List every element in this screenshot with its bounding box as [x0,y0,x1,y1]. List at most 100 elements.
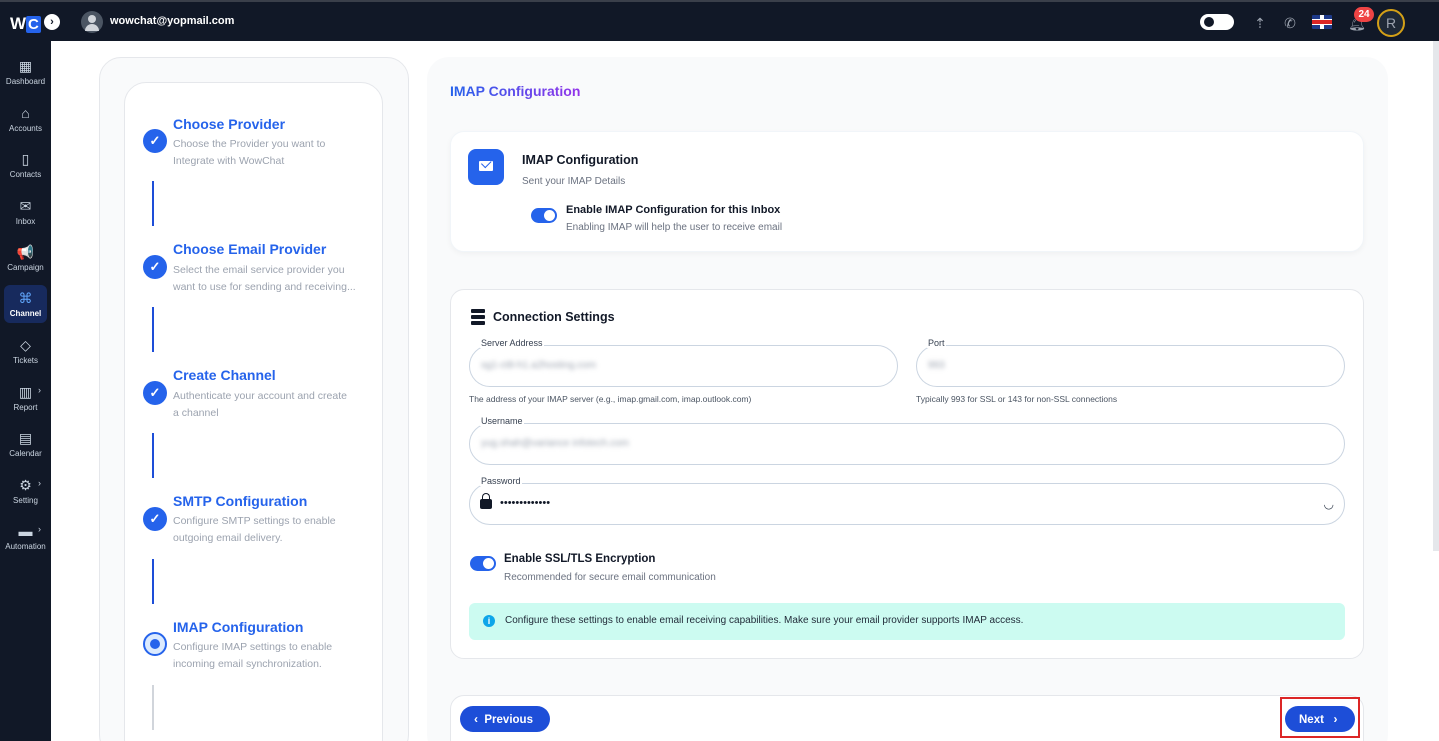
info-text: Configure these settings to enable email… [505,615,1024,626]
username-value: yug.shah@variance infotech.com [481,438,630,449]
port-value: 993 [928,360,945,371]
step-description: Configure IMAP settings to enable incomin… [173,641,333,670]
app-logo[interactable]: WC [10,13,41,35]
step-title[interactable]: IMAP Configuration [173,619,303,635]
ssl-toggle[interactable] [470,556,496,571]
username-field[interactable]: Username yug.shah@variance infotech.com [469,416,1345,465]
calendar-icon: ▤ [18,430,33,446]
channel-icon: ⌘ [18,290,33,306]
sidebar-item-label: Calendar [9,449,42,458]
imap-card-title: IMAP Configuration [522,153,639,167]
enable-imap-description: Enabling IMAP will help the user to rece… [566,222,783,233]
contacts-icon: ▯ [21,151,30,167]
password-value: ••••••••••••• [500,497,551,509]
logo-letter-w: W [10,14,26,33]
server-address-field[interactable]: Server Address sg1-ct8-h1.a2hosting.com [469,338,898,387]
step-title[interactable]: SMTP Configuration [173,493,307,509]
sidebar-item-contacts[interactable]: ▯ Contacts [0,146,51,190]
username-label: Username [480,416,524,426]
sidebar-item-automation[interactable]: ▬ › Automation [0,518,51,562]
info-banner: i Configure these settings to enable ema… [469,603,1345,640]
step-connector [152,181,154,226]
signal-icon[interactable]: ⇡ [1250,13,1270,33]
step-connector [152,559,154,604]
user-email[interactable]: wowchat@yopmail.com [110,15,234,27]
theme-toggle[interactable] [1200,14,1234,30]
ssl-description: Recommended for secure email communicati… [504,572,716,583]
sidebar-item-label: Channel [9,309,42,318]
chevron-right-icon: › [38,524,41,534]
mail-icon [468,149,504,185]
ssl-label: Enable SSL/TLS Encryption [504,553,656,565]
step-description: Select the email service provider you wan… [173,264,356,293]
server-address-label: Server Address [480,338,544,348]
port-field[interactable]: Port 993 [916,338,1345,387]
step-complete-check-icon: ✓ [143,129,167,153]
sidebar-item-report[interactable]: ▥ › Report [0,379,51,423]
gear-icon: ⚙ [19,477,32,493]
profile-avatar[interactable]: R [1377,9,1405,37]
footer-card [450,695,1364,741]
imap-card-subtitle: Sent your IMAP Details [522,176,626,187]
eye-closed-icon[interactable]: ◡ [1324,497,1334,511]
step-description: Configure SMTP settings to enable outgoin… [173,515,336,544]
sidebar-item-channel[interactable]: ⌘ Channel [0,285,51,329]
enable-imap-label: Enable IMAP Configuration for this Inbox [566,204,781,216]
step-connector [152,685,154,730]
automation-icon: ▬ [18,523,33,539]
info-icon: i [483,615,495,627]
enable-imap-toggle[interactable] [531,208,557,223]
sidebar-item-label: Accounts [9,124,42,133]
sidebar-item-campaign[interactable]: 📢 Campaign [0,239,51,283]
sidebar-item-calendar[interactable]: ▤ Calendar [0,425,51,469]
scrollbar[interactable] [1433,41,1439,551]
top-bar: WC › wowchat@yopmail.com ⇡ ✆ 🔔︎ 24 R [0,0,1439,41]
home-icon: ⌂ [21,105,30,121]
imap-card [450,131,1364,252]
lock-icon [480,493,492,509]
sidebar-item-label: Automation [5,542,46,551]
server-icon [471,309,485,325]
previous-button[interactable]: ‹ Previous [460,706,550,732]
report-icon: ▥ [18,384,33,400]
connection-settings-title: Connection Settings [493,310,615,324]
sidebar-item-dashboard[interactable]: ▦ Dashboard [0,53,51,97]
port-help: Typically 993 for SSL or 143 for non-SSL… [916,394,1118,404]
previous-label: Previous [484,714,533,726]
password-field[interactable]: Password ••••••••••••• ◡ [469,476,1345,525]
chevron-left-icon: ‹ [474,712,478,726]
dashboard-icon: ▦ [18,58,33,74]
sidebar: ▦ Dashboard ⌂ Accounts ▯ Contacts ✉ Inbo… [0,41,51,741]
phone-icon[interactable]: ✆ [1280,13,1300,33]
step-complete-check-icon: ✓ [143,507,167,531]
step-description: Authenticate your account and create a ch… [173,390,347,419]
sidebar-item-label: Campaign [7,263,44,272]
step-connector [152,307,154,352]
logo-letter-c: C [26,15,41,33]
sidebar-expand-icon[interactable]: › [44,14,60,30]
sidebar-item-label: Tickets [12,356,39,365]
sidebar-item-setting[interactable]: ⚙ › Setting [0,472,51,516]
password-label: Password [480,476,522,486]
sidebar-item-label: Contacts [9,170,42,179]
sidebar-item-inbox[interactable]: ✉ Inbox [0,193,51,237]
step-current-indicator [143,632,167,656]
sidebar-item-tickets[interactable]: ◇ Tickets [0,332,51,376]
ticket-icon: ◇ [20,337,31,353]
sidebar-item-label: Report [13,403,38,412]
step-title[interactable]: Create Channel [173,367,276,383]
step-connector [152,433,154,478]
step-title[interactable]: Choose Email Provider [173,241,326,257]
inbox-icon: ✉ [19,198,32,214]
step-title[interactable]: Choose Provider [173,116,285,132]
sidebar-item-accounts[interactable]: ⌂ Accounts [0,100,51,144]
step-complete-check-icon: ✓ [143,381,167,405]
server-address-help: The address of your IMAP server (e.g., i… [469,394,752,404]
user-avatar-icon[interactable] [81,11,103,33]
notification-badge: 24 [1354,7,1374,22]
sidebar-item-label: Setting [13,496,38,505]
step-description: Choose the Provider you want to Integrate… [173,138,326,167]
uk-flag-icon[interactable] [1312,15,1332,29]
sidebar-item-label: Inbox [15,217,36,226]
next-button-highlight [1280,697,1360,738]
